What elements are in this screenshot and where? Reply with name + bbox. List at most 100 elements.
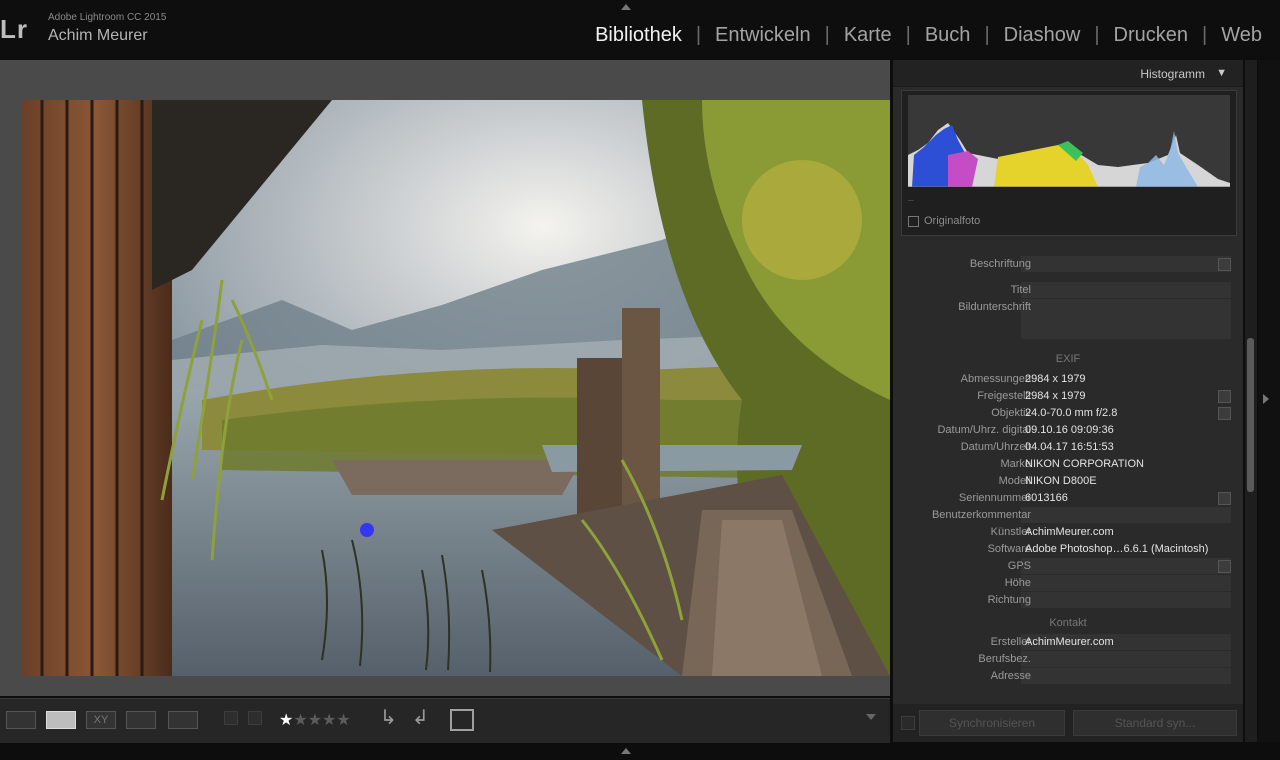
metadata-field[interactable] xyxy=(1021,507,1231,523)
metadata-action-icon[interactable] xyxy=(1218,407,1231,420)
toolbar-menu-icon[interactable] xyxy=(866,714,876,720)
loupe-view-icon[interactable] xyxy=(46,711,76,729)
module-web[interactable]: Web xyxy=(1221,24,1262,47)
collapse-top-panel-icon[interactable] xyxy=(621,4,631,10)
metadata-value[interactable]: 24.0-70.0 mm f/2.8 xyxy=(1025,407,1117,419)
metadata-row: Künstler AchimMeurer.com xyxy=(899,524,1237,540)
rotate-left-icon[interactable]: ↳ xyxy=(380,705,397,729)
module-separator: | xyxy=(695,24,702,46)
histogram-title: Histogramm xyxy=(1140,67,1205,81)
landscape-photo xyxy=(22,100,890,676)
metadata-value[interactable]: 6013166 xyxy=(1025,492,1068,504)
metadata-value[interactable]: AchimMeurer.com xyxy=(1025,636,1114,648)
sync-settings-button[interactable]: Standard syn... xyxy=(1073,710,1237,736)
metadata-label: Höhe xyxy=(1004,577,1031,589)
metadata-label: Benutzerkommentar xyxy=(931,509,1031,521)
rating-star-icon[interactable]: ★ xyxy=(293,712,307,729)
module-diashow[interactable]: Diashow xyxy=(1004,24,1081,47)
rating-star-icon[interactable]: ★ xyxy=(308,712,322,729)
metadata-label: Datum/Uhrz. digital xyxy=(937,424,1031,436)
metadata-action-icon[interactable] xyxy=(1218,492,1231,505)
right-panel-edge[interactable] xyxy=(1258,60,1280,742)
survey-view-icon[interactable] xyxy=(126,711,156,729)
histogram-header[interactable]: Histogramm ▼ xyxy=(893,60,1243,87)
metadata-value[interactable]: AchimMeurer.com xyxy=(1025,526,1114,538)
metadata-row: Abmessungen 2984 x 1979 xyxy=(899,371,1237,387)
rating-star-icon[interactable]: ★ xyxy=(336,712,350,729)
module-separator: | xyxy=(1094,24,1100,46)
metadata-label: Beschriftung xyxy=(969,258,1031,270)
module-bibliothek[interactable]: Bibliothek xyxy=(595,24,682,47)
user-name[interactable]: Achim Meurer xyxy=(48,27,148,45)
flag-pick-icon[interactable] xyxy=(224,711,238,725)
metadata-field[interactable] xyxy=(1021,299,1231,339)
photo-preview[interactable] xyxy=(22,100,890,676)
metadata-row: Marke NIKON CORPORATION xyxy=(899,456,1237,472)
metadata-label: Seriennummer xyxy=(958,492,1031,504)
histogram-graph[interactable] xyxy=(908,95,1230,187)
compare-view-icon[interactable]: XY xyxy=(86,711,116,729)
flag-reject-icon[interactable] xyxy=(248,711,262,725)
panel-scrollbar[interactable] xyxy=(1245,60,1257,742)
metadata-panel: Beschriftung Titel Bildunterschrift EXIF Abm… xyxy=(899,242,1237,742)
metadata-action-icon[interactable] xyxy=(1218,560,1231,573)
metadata-row: Ersteller AchimMeurer.com xyxy=(899,634,1237,650)
metadata-label: Abmessungen xyxy=(960,373,1031,385)
metadata-row: Benutzerkommentar xyxy=(899,507,1237,523)
original-photo-toggle[interactable]: Originalfoto xyxy=(908,215,1108,229)
metadata-field[interactable] xyxy=(1021,256,1231,272)
metadata-row: Objektiv 24.0-70.0 mm f/2.8 xyxy=(899,405,1237,421)
top-bar: Lr Adobe Lightroom CC 2015 Achim Meurer … xyxy=(0,0,1280,58)
metadata-section-title[interactable]: Kontakt xyxy=(899,617,1237,629)
collapse-filmstrip-icon[interactable] xyxy=(621,748,631,754)
metadata-field[interactable] xyxy=(1021,558,1231,574)
module-karte[interactable]: Karte xyxy=(844,24,892,47)
original-photo-label: Originalfoto xyxy=(924,215,981,227)
metadata-value[interactable]: 2984 x 1979 xyxy=(1025,390,1086,402)
product-name: Adobe Lightroom CC 2015 xyxy=(48,12,167,23)
metadata-field[interactable] xyxy=(1021,282,1231,298)
sync-toggle-switch[interactable] xyxy=(901,716,915,730)
module-drucken[interactable]: Drucken xyxy=(1114,24,1188,47)
star-rating[interactable]: ★★★★★ xyxy=(279,710,351,729)
metadata-value[interactable]: NIKON CORPORATION xyxy=(1025,458,1144,470)
metadata-field[interactable] xyxy=(1021,668,1231,684)
module-buch[interactable]: Buch xyxy=(925,24,971,47)
collapse-right-panel-icon[interactable] xyxy=(1263,394,1269,404)
metadata-value[interactable]: 04.04.17 16:51:53 xyxy=(1025,441,1114,453)
metadata-value[interactable]: NIKON D800E xyxy=(1025,475,1097,487)
metadata-row: Bildunterschrift xyxy=(899,299,1237,339)
metadata-action-icon[interactable] xyxy=(1218,258,1231,271)
metadata-label: Richtung xyxy=(987,594,1031,606)
metadata-row: Richtung xyxy=(899,592,1237,608)
module-entwickeln[interactable]: Entwickeln xyxy=(715,24,811,47)
rating-star-icon[interactable]: ★ xyxy=(279,712,293,729)
metadata-row: Datum/Uhrzeit 04.04.17 16:51:53 xyxy=(899,439,1237,455)
metadata-label: Adresse xyxy=(990,670,1031,682)
metadata-label: Berufsbez. xyxy=(978,653,1031,665)
metadata-row: Software Adobe Photoshop…6.6.1 (Macintosh… xyxy=(899,541,1237,557)
scrollbar-thumb[interactable] xyxy=(1247,338,1254,492)
crop-overlay-icon[interactable] xyxy=(450,709,474,731)
rotate-right-icon[interactable]: ↲ xyxy=(412,705,429,729)
metadata-value[interactable]: 09.10.16 09:09:36 xyxy=(1025,424,1114,436)
metadata-label: Freigestellt xyxy=(977,390,1031,402)
metadata-row: Beschriftung xyxy=(899,256,1237,272)
grid-view-icon[interactable] xyxy=(6,711,36,729)
metadata-field[interactable] xyxy=(1021,651,1231,667)
metadata-field[interactable] xyxy=(1021,592,1231,608)
metadata-row: Höhe xyxy=(899,575,1237,591)
original-photo-checkbox[interactable] xyxy=(908,216,919,227)
metadata-label: Bildunterschrift xyxy=(958,301,1031,313)
sync-button[interactable]: Synchronisieren xyxy=(919,710,1065,736)
metadata-action-icon[interactable] xyxy=(1218,390,1231,403)
metadata-value[interactable]: Adobe Photoshop…6.6.1 (Macintosh) xyxy=(1025,543,1208,555)
metadata-value[interactable]: 2984 x 1979 xyxy=(1025,373,1086,385)
people-view-icon[interactable] xyxy=(168,711,198,729)
metadata-section-title[interactable]: EXIF xyxy=(899,353,1237,365)
histogram-panel: – Originalfoto xyxy=(901,90,1237,236)
loupe-view[interactable] xyxy=(0,60,890,696)
metadata-field[interactable] xyxy=(1021,575,1231,591)
rating-star-icon[interactable]: ★ xyxy=(322,712,336,729)
collapse-triangle-icon[interactable]: ▼ xyxy=(1216,67,1227,79)
